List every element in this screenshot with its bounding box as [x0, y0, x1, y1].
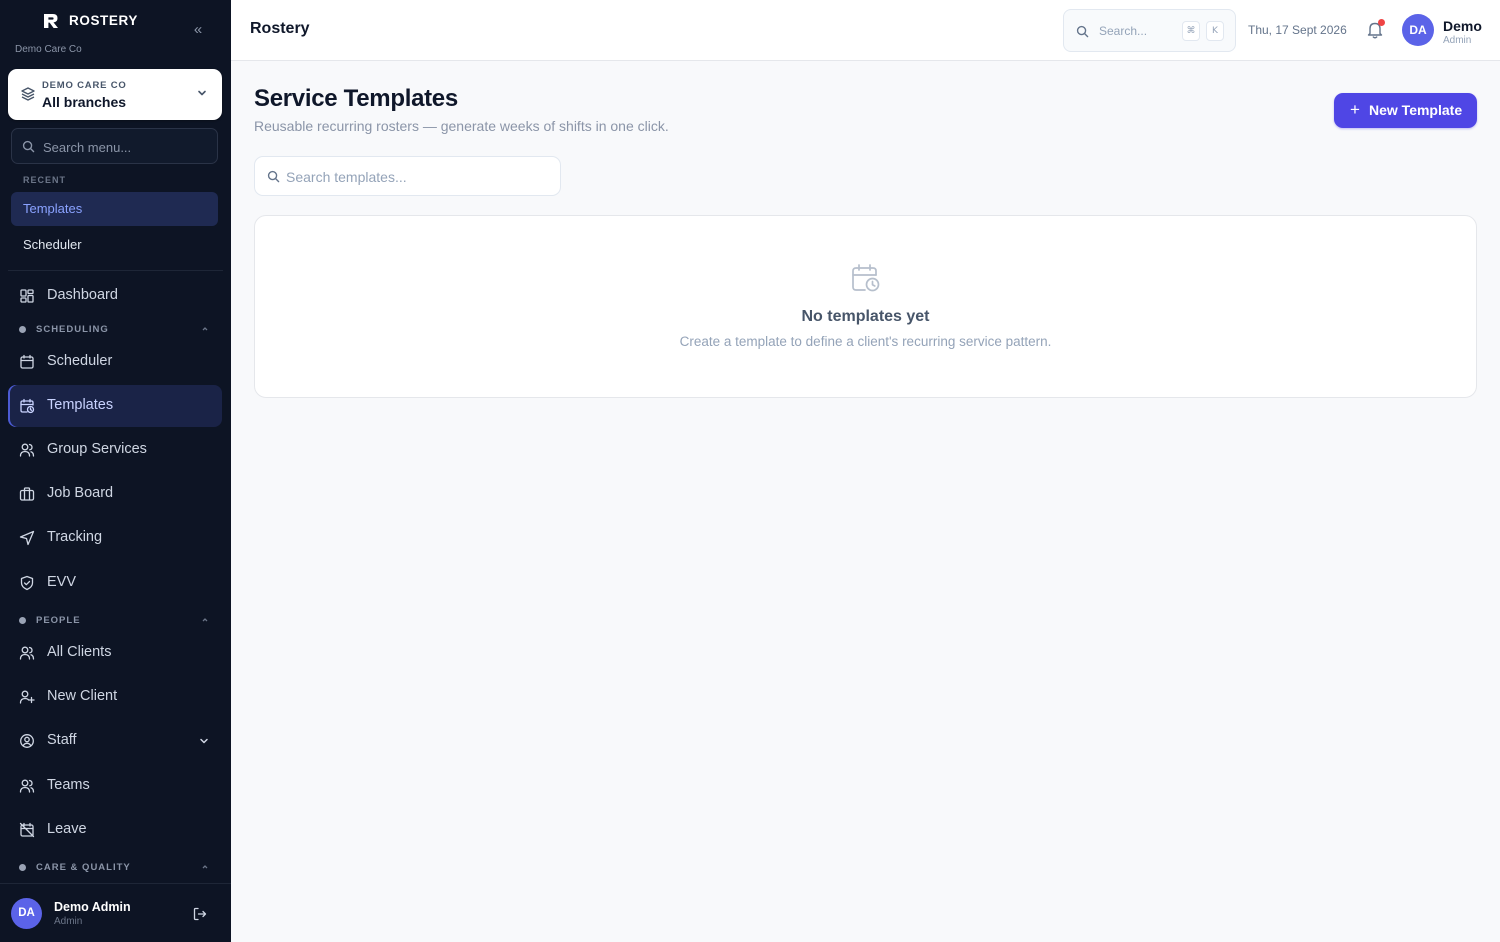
sidebar-item-scheduler[interactable]: Scheduler: [8, 341, 222, 383]
sidebar-item-label: Group Services: [47, 441, 147, 457]
sidebar-item-label: Staff: [47, 732, 77, 748]
branch-value: All branches: [42, 94, 127, 110]
sidebar-item-label: Scheduler: [47, 353, 113, 369]
sidebar: ROSTERY Demo Care Co « DEMO CARE CO All …: [0, 0, 231, 942]
sidebar-item-templates[interactable]: Templates: [8, 385, 222, 427]
sidebar-item-evv[interactable]: EVV: [8, 562, 222, 604]
dashboard-icon: [20, 289, 34, 303]
sidebar-item-label: New Client: [47, 688, 118, 704]
top-user-role: Admin: [1443, 35, 1472, 46]
sidebar-item-all-clients[interactable]: All Clients: [8, 632, 222, 674]
shortcut-key-k: K: [1206, 21, 1224, 41]
menu-search: [11, 128, 218, 164]
chevron-up-icon: [202, 618, 208, 622]
rostery-logo-icon: [44, 14, 58, 28]
recent-item-templates[interactable]: Templates: [11, 192, 218, 226]
layers-icon: [21, 87, 35, 101]
section-dot: [19, 617, 26, 624]
sidebar-item-group-services[interactable]: Group Services: [8, 429, 222, 471]
chevron-up-icon: [202, 327, 208, 331]
page-subtitle: Reusable recurring rosters — generate we…: [254, 118, 669, 134]
empty-state-card: No templates yet Create a template to de…: [254, 215, 1477, 398]
branch-org-label: DEMO CARE CO: [42, 80, 127, 91]
users-icon: [19, 646, 35, 660]
brand-org-subtitle: Demo Care Co: [15, 44, 82, 55]
current-date: Thu, 17 Sept 2026: [1248, 23, 1347, 37]
sidebar-item-job-board[interactable]: Job Board: [8, 473, 222, 515]
users-icon: [19, 779, 35, 793]
calendar-clock-icon: [20, 398, 35, 414]
section-people[interactable]: PEOPLE: [8, 611, 222, 631]
user-plus-icon: [19, 690, 35, 704]
avatar[interactable]: DA: [11, 898, 42, 929]
sidebar-item-label: Job Board: [47, 485, 114, 501]
sidebar-user-role: Admin: [54, 916, 83, 927]
top-bar: Rostery Search... ⌘ K Thu, 17 Sept 2026 …: [231, 0, 1500, 61]
sidebar-item-new-client[interactable]: New Client: [8, 676, 222, 718]
section-dot: [19, 864, 26, 871]
search-icon: [1076, 25, 1089, 38]
logout-icon[interactable]: [192, 906, 208, 922]
sidebar-item-label: Templates: [47, 397, 114, 413]
sidebar-user-footer: DA Demo Admin Admin: [0, 883, 231, 942]
calendar-icon: [20, 354, 34, 369]
new-template-label: New Template: [1369, 102, 1463, 118]
search-icon: [22, 140, 35, 153]
sidebar-divider: [8, 270, 223, 271]
global-search[interactable]: Search... ⌘ K: [1063, 9, 1236, 52]
chevron-down-icon: [198, 90, 206, 96]
section-label: CARE & QUALITY: [36, 862, 131, 873]
sidebar-item-label: Tracking: [47, 529, 103, 545]
section-scheduling[interactable]: SCHEDULING: [8, 320, 222, 340]
chevron-down-icon: [200, 738, 208, 744]
sidebar-item-label: Leave: [47, 821, 87, 837]
sidebar-item-teams[interactable]: Teams: [8, 765, 222, 807]
sidebar-item-label: Teams: [47, 777, 90, 793]
global-search-placeholder: Search...: [1099, 24, 1148, 38]
sidebar-user-name: Demo Admin: [54, 900, 131, 914]
branch-selector[interactable]: DEMO CARE CO All branches: [8, 69, 222, 120]
search-icon: [267, 170, 280, 183]
notification-dot: [1378, 19, 1385, 26]
collapse-sidebar-icon[interactable]: «: [188, 21, 208, 39]
app-title: Rostery: [250, 20, 310, 37]
section-label: PEOPLE: [36, 615, 81, 626]
sidebar-item-label: EVV: [47, 574, 77, 590]
brand-name: ROSTERY: [69, 13, 138, 28]
template-search-input[interactable]: [286, 167, 546, 187]
section-care-quality[interactable]: CARE & QUALITY: [8, 858, 222, 878]
sidebar-item-label: Dashboard: [47, 287, 118, 303]
navigation-icon: [19, 530, 35, 546]
sidebar-item-tracking[interactable]: Tracking: [8, 517, 222, 559]
shortcut-key-cmd: ⌘: [1182, 21, 1200, 41]
template-search: [254, 156, 561, 196]
brand-row: ROSTERY Demo Care Co «: [0, 0, 231, 62]
users-icon: [19, 443, 35, 457]
section-dot: [19, 326, 26, 333]
top-user-name[interactable]: Demo: [1443, 18, 1482, 34]
sidebar-item-label: All Clients: [47, 644, 112, 660]
calendar-clock-icon: [852, 264, 880, 292]
sidebar-item-dashboard[interactable]: Dashboard: [8, 275, 222, 317]
plus-icon: +: [1350, 100, 1360, 119]
sidebar-item-leave[interactable]: Leave: [8, 809, 222, 851]
new-template-button[interactable]: + New Template: [1334, 93, 1477, 128]
sidebar-item-staff[interactable]: Staff: [8, 720, 222, 762]
empty-state-description: Create a template to define a client's r…: [679, 334, 1052, 349]
section-label: SCHEDULING: [36, 324, 109, 335]
avatar[interactable]: DA: [1402, 14, 1434, 46]
empty-state-title: No templates yet: [801, 308, 930, 325]
menu-search-input[interactable]: [43, 137, 211, 157]
briefcase-icon: [19, 487, 35, 501]
recent-section-label: RECENT: [23, 175, 67, 185]
shield-check-icon: [20, 575, 34, 591]
calendar-off-icon: [19, 822, 35, 838]
recent-item-scheduler[interactable]: Scheduler: [11, 228, 218, 262]
user-circle-icon: [20, 734, 34, 748]
chevron-up-icon: [202, 865, 208, 869]
page-title: Service Templates: [254, 85, 458, 112]
